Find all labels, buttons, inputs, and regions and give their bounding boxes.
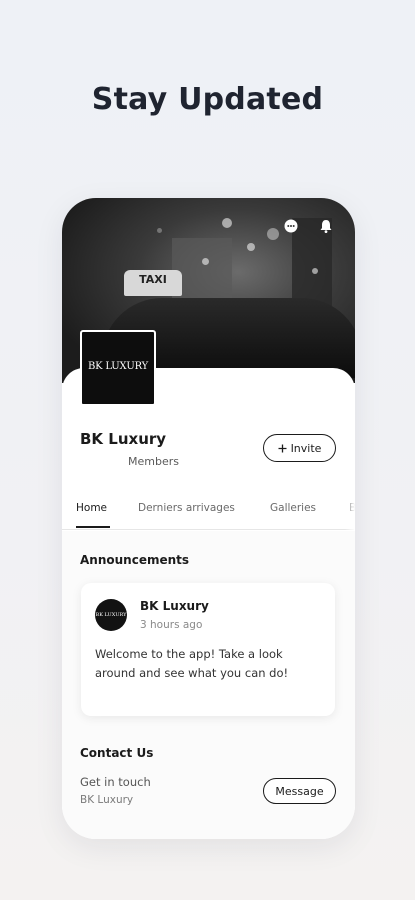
contact-title: Contact Us [80, 746, 154, 760]
active-tab-indicator [76, 526, 110, 528]
tab-derniers-arrivages[interactable]: Derniers arrivages [138, 502, 235, 514]
bell-icon[interactable] [316, 216, 336, 236]
bokeh-light [157, 228, 162, 233]
post-timestamp: 3 hours ago [140, 619, 203, 631]
chat-icon[interactable] [281, 216, 301, 236]
post-author[interactable]: BK Luxury [140, 599, 209, 613]
announcement-card[interactable]: BK LUXURY BK Luxury 3 hours ago Welcome … [81, 583, 335, 716]
page-headline: Stay Updated [91, 82, 324, 117]
members-link[interactable]: Members [128, 455, 179, 468]
bokeh-light [247, 243, 255, 251]
group-name: BK Luxury [80, 430, 167, 448]
announcements-title: Announcements [80, 553, 190, 567]
author-avatar-text: BK LUXURY [95, 612, 127, 618]
tab-galleries[interactable]: Galleries [270, 502, 316, 514]
invite-label: Invite [290, 441, 322, 455]
phone-frame: TAXI BK LUXURY BK Luxury Members Invite [62, 198, 355, 839]
bokeh-light [202, 258, 209, 265]
contact-business-name: BK Luxury [80, 794, 134, 806]
invite-button[interactable]: Invite [263, 434, 336, 462]
bokeh-light [222, 218, 232, 228]
plus-icon [278, 444, 287, 452]
message-label: Message [275, 784, 324, 798]
contact-subtitle: Get in touch [80, 775, 151, 789]
tab-bar: Home Derniers arrivages Galleries B [62, 496, 355, 530]
group-logo: BK LUXURY [80, 330, 156, 406]
message-button[interactable]: Message [263, 778, 336, 804]
bokeh-light [267, 228, 279, 240]
tabs-fade [345, 496, 355, 530]
tab-home[interactable]: Home [76, 502, 107, 514]
taxi-sign: TAXI [124, 270, 182, 296]
bokeh-light [312, 268, 318, 274]
author-avatar[interactable]: BK LUXURY [95, 599, 127, 631]
group-logo-text: BK LUXURY [87, 361, 149, 372]
post-body: Welcome to the app! Take a look around a… [95, 647, 289, 680]
